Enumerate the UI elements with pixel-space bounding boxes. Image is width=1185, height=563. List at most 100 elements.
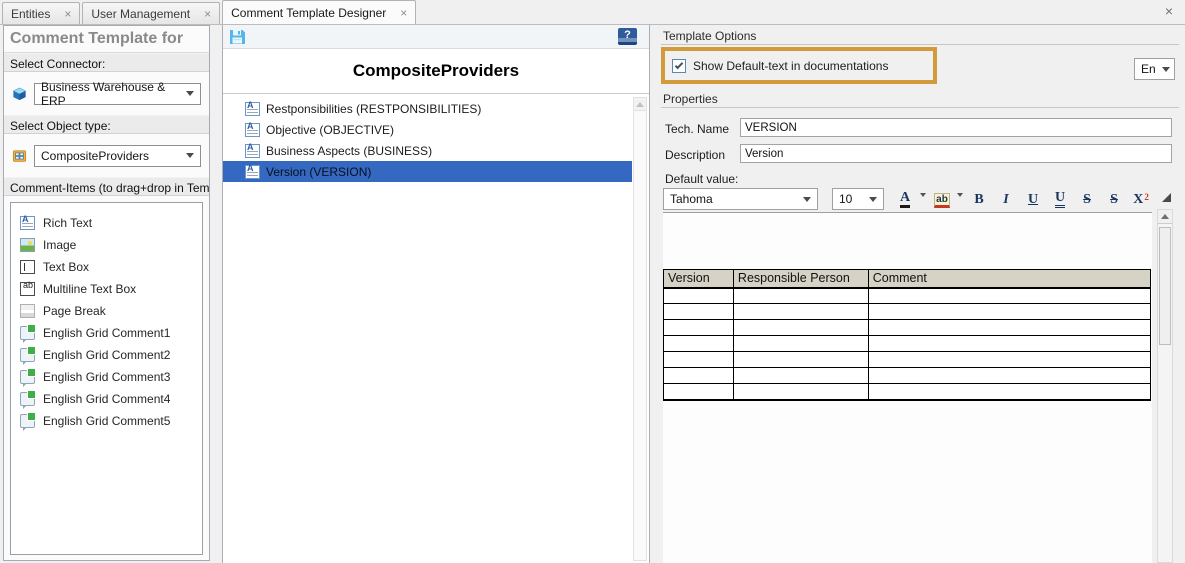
template-item-responsibilities[interactable]: Restponsibilities (RESTPONSIBILITIES) bbox=[223, 98, 632, 119]
scrollbar-thumb[interactable] bbox=[1159, 227, 1171, 345]
table-cell[interactable] bbox=[733, 352, 868, 368]
description-input[interactable] bbox=[740, 144, 1172, 163]
designer-scrollbar[interactable] bbox=[633, 97, 647, 561]
table-cell[interactable] bbox=[733, 384, 868, 400]
chevron-down-icon[interactable] bbox=[957, 193, 963, 197]
list-item-label: Text Box bbox=[43, 260, 89, 274]
font-color-button[interactable]: A bbox=[893, 188, 917, 210]
table-cell[interactable] bbox=[664, 320, 734, 336]
table-cell[interactable] bbox=[664, 352, 734, 368]
list-item-grid-comment-3[interactable]: English Grid Comment3 bbox=[11, 366, 202, 388]
table-cell[interactable] bbox=[868, 304, 1150, 320]
save-icon[interactable] bbox=[229, 28, 246, 45]
properties-title: Properties bbox=[663, 92, 718, 106]
list-item-text-box[interactable]: Text Box bbox=[11, 256, 202, 278]
table-cell[interactable] bbox=[664, 336, 734, 352]
chevron-down-icon bbox=[186, 91, 194, 96]
default-value-editor[interactable]: Version Responsible Person Comment bbox=[663, 212, 1152, 563]
strikethrough-button[interactable]: S bbox=[1075, 188, 1099, 210]
chevron-down-icon bbox=[186, 153, 194, 158]
template-item-objective[interactable]: Objective (OBJECTIVE) bbox=[223, 119, 632, 140]
list-item-label: English Grid Comment2 bbox=[43, 348, 170, 362]
font-name-select[interactable]: Tahoma bbox=[663, 188, 818, 210]
bold-button[interactable]: B bbox=[967, 188, 991, 210]
tab-comment-template-designer-label: Comment Template Designer bbox=[231, 6, 386, 20]
list-item-grid-comment-2[interactable]: English Grid Comment2 bbox=[11, 344, 202, 366]
left-panel: Comment Template for Select Connector: B… bbox=[3, 25, 210, 561]
connector-select[interactable]: Business Warehouse & ERP bbox=[34, 83, 201, 105]
scroll-up-icon[interactable] bbox=[1158, 210, 1172, 224]
rich-text-icon bbox=[20, 216, 35, 230]
table-cell[interactable] bbox=[868, 336, 1150, 352]
table-cell[interactable] bbox=[868, 288, 1150, 304]
toolbar-expand-icon[interactable] bbox=[1162, 193, 1171, 202]
underline-button[interactable]: U bbox=[1021, 188, 1045, 210]
object-type-select[interactable]: CompositeProviders bbox=[34, 145, 201, 167]
table-cell[interactable] bbox=[868, 384, 1150, 400]
annotation-highlight-box: Show Default-text in documentations bbox=[661, 47, 937, 84]
tab-close-icon[interactable]: × bbox=[64, 8, 71, 20]
font-name-value: Tahoma bbox=[670, 192, 713, 206]
table-cell[interactable] bbox=[733, 320, 868, 336]
grid-comment-icon bbox=[20, 392, 35, 406]
list-item-label: English Grid Comment4 bbox=[43, 392, 170, 406]
list-item-grid-comment-1[interactable]: English Grid Comment1 bbox=[11, 322, 202, 344]
table-cell[interactable] bbox=[868, 352, 1150, 368]
list-item-image[interactable]: Image bbox=[11, 234, 202, 256]
show-default-text-label: Show Default-text in documentations bbox=[693, 59, 888, 73]
template-item-version-selected[interactable]: Version (VERSION) bbox=[223, 161, 632, 182]
tab-close-icon[interactable]: × bbox=[400, 7, 407, 19]
double-strikethrough-button[interactable]: S bbox=[1102, 188, 1126, 210]
table-cell[interactable] bbox=[733, 368, 868, 384]
multiline-text-box-icon bbox=[20, 282, 35, 296]
double-underline-button[interactable]: U bbox=[1048, 188, 1072, 210]
table-cell[interactable] bbox=[868, 320, 1150, 336]
object-type-select-value: CompositeProviders bbox=[41, 149, 149, 163]
page-break-icon bbox=[20, 304, 35, 318]
grid-comment-icon bbox=[20, 326, 35, 340]
tab-entities[interactable]: Entities × bbox=[2, 2, 80, 24]
font-size-select[interactable]: 10 bbox=[832, 188, 884, 210]
table-cell[interactable] bbox=[868, 368, 1150, 384]
superscript-button[interactable]: X 2 bbox=[1129, 188, 1153, 210]
highlight-color-button[interactable]: ab bbox=[930, 188, 954, 210]
language-select[interactable]: En bbox=[1134, 58, 1175, 80]
chevron-down-icon[interactable] bbox=[920, 193, 926, 197]
table-cell[interactable] bbox=[664, 368, 734, 384]
table-cell[interactable] bbox=[664, 304, 734, 320]
column-header-version: Version bbox=[664, 270, 734, 288]
show-default-text-checkbox[interactable] bbox=[672, 59, 686, 73]
window-close-icon[interactable]: × bbox=[1165, 4, 1173, 18]
table-cell[interactable] bbox=[733, 288, 868, 304]
table-cell[interactable] bbox=[664, 384, 734, 400]
editor-scrollbar[interactable] bbox=[1157, 209, 1173, 563]
template-options-title: Template Options bbox=[663, 29, 756, 43]
list-item-rich-text[interactable]: Rich Text bbox=[11, 212, 202, 234]
chevron-down-icon bbox=[803, 197, 811, 202]
italic-button[interactable]: I bbox=[994, 188, 1018, 210]
table-empty-row bbox=[664, 304, 1151, 320]
tab-close-icon[interactable]: × bbox=[204, 8, 211, 20]
list-item-grid-comment-4[interactable]: English Grid Comment4 bbox=[11, 388, 202, 410]
table-cell[interactable] bbox=[733, 304, 868, 320]
help-icon[interactable]: ? bbox=[618, 28, 637, 45]
list-item-multiline-text-box[interactable]: Multiline Text Box bbox=[11, 278, 202, 300]
rich-text-icon bbox=[245, 123, 260, 137]
template-items-list: Restponsibilities (RESTPONSIBILITIES) Ob… bbox=[223, 95, 649, 563]
tab-comment-template-designer[interactable]: Comment Template Designer × bbox=[222, 0, 416, 24]
default-value-label: Default value: bbox=[665, 172, 738, 186]
tab-user-management-label: User Management bbox=[91, 7, 190, 21]
scroll-up-icon[interactable] bbox=[634, 98, 646, 111]
tab-user-management[interactable]: User Management × bbox=[82, 2, 220, 24]
template-item-business-aspects[interactable]: Business Aspects (BUSINESS) bbox=[223, 140, 632, 161]
list-item-page-break[interactable]: Page Break bbox=[11, 300, 202, 322]
bold-icon: B bbox=[974, 192, 983, 208]
template-title: CompositeProviders bbox=[223, 49, 649, 94]
grid-comment-icon bbox=[20, 414, 35, 428]
list-item-label: Page Break bbox=[43, 304, 106, 318]
tech-name-input[interactable] bbox=[740, 118, 1172, 137]
default-value-table: Version Responsible Person Comment bbox=[663, 269, 1151, 401]
table-cell[interactable] bbox=[733, 336, 868, 352]
list-item-grid-comment-5[interactable]: English Grid Comment5 bbox=[11, 410, 202, 432]
table-cell[interactable] bbox=[664, 288, 734, 304]
